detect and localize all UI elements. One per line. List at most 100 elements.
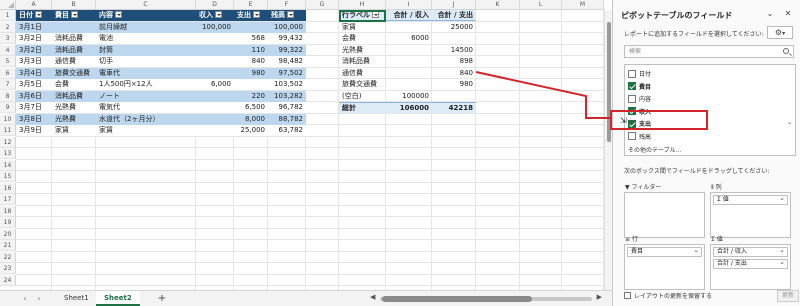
column-header-f[interactable]: F [268,0,306,10]
column-header-g[interactable]: G [306,0,339,10]
pivot-total-cell[interactable]: 42218 [432,102,476,113]
row-header-1[interactable]: 1 [0,10,16,21]
column-header-a[interactable]: A [16,0,52,10]
field-checkbox[interactable] [628,69,636,78]
chevron-down-icon[interactable]: ⌄ [765,9,775,18]
pivot-cell[interactable]: 100000 [386,91,432,102]
table-header-cell[interactable]: 残高 [268,10,306,21]
table-cell[interactable] [234,79,268,90]
pivot-cell[interactable] [386,68,432,79]
scroll-left-icon[interactable]: ◀ [370,293,375,301]
column-header-h[interactable]: H [339,0,386,10]
table-cell[interactable]: 家賃 [96,125,196,136]
row-header-5[interactable]: 5 [0,56,16,67]
table-cell[interactable]: 通信費 [52,56,96,67]
table-header-cell[interactable]: 費目 [52,10,96,21]
table-cell[interactable] [196,113,234,125]
table-header-cell[interactable]: 内容 [96,10,196,21]
defer-update-checkbox[interactable] [624,292,631,299]
table-cell[interactable]: 3月1日 [16,21,52,33]
table-cell[interactable]: 97,502 [268,67,306,79]
table-cell[interactable]: 3月7日 [16,102,52,113]
pane-settings-button[interactable]: ⚙▾ [767,26,793,39]
row-header-8[interactable]: 8 [0,90,16,102]
row-header-22[interactable]: 22 [0,251,16,263]
sheet-tab-sheet2[interactable]: Sheet2 [96,291,140,306]
table-cell[interactable]: 96,782 [268,102,306,113]
table-cell[interactable]: 840 [234,56,268,67]
pivot-cell[interactable] [432,33,476,44]
row-header-12[interactable]: 12 [0,136,16,148]
pivot-cell[interactable]: 会費 [339,33,386,44]
prev-sheet-icon[interactable]: ‹ [20,294,30,304]
table-cell[interactable]: 旅費交通費 [52,67,96,79]
table-cell[interactable] [196,33,234,44]
table-cell[interactable]: 3月9日 [16,125,52,136]
columns-drop-area[interactable]: Σ 値 [710,192,791,238]
table-cell[interactable]: 3月5日 [16,79,52,90]
row-header-20[interactable]: 20 [0,228,16,240]
column-header-m[interactable]: M [562,0,604,10]
rows-chip-himoku[interactable]: 費目 [627,246,702,257]
spreadsheet-grid[interactable]: ABCDEFGHIJKLM 1 2 3 4 5 6 7 8 9 10 11 12 13 14 15 16 17 1… [0,0,612,290]
row-header-2[interactable]: 2 [0,21,16,33]
row-header-21[interactable]: 21 [0,240,16,251]
table-cell[interactable]: 25,000 [234,125,268,136]
filter-dropdown-icon[interactable] [253,10,260,18]
field-item[interactable]: 支出 [628,119,651,131]
table-cell[interactable]: 6,500 [234,102,268,113]
pivot-cell[interactable]: 6000 [386,33,432,44]
table-cell[interactable]: 消耗品費 [52,33,96,44]
table-cell[interactable] [234,21,268,33]
filter-dropdown-icon[interactable] [71,10,78,18]
columns-chip-values[interactable]: Σ 値 [713,194,788,205]
table-cell[interactable]: 消耗品費 [52,44,96,56]
table-cell[interactable]: 切手 [96,56,196,67]
table-cell[interactable] [196,44,234,56]
table-cell[interactable]: 光熱費 [52,113,96,125]
column-header-b[interactable]: B [52,0,96,10]
pivot-cell[interactable] [386,22,432,33]
field-item[interactable]: 日付 [628,69,651,81]
table-cell[interactable]: 電車代 [96,67,196,79]
row-header-14[interactable]: 14 [0,159,16,171]
row-header-10[interactable]: 10 [0,113,16,125]
table-cell[interactable]: 3月2日 [16,33,52,44]
pivot-cell[interactable] [386,45,432,56]
table-cell[interactable] [196,125,234,136]
table-header-cell[interactable]: 日付 [16,10,52,21]
pivot-cell[interactable]: 14500 [432,45,476,56]
row-header-13[interactable]: 13 [0,148,16,159]
scroll-right-icon[interactable]: ▶ [597,293,602,301]
table-cell[interactable]: 前月繰越 [96,21,196,33]
table-cell[interactable]: 3月3日 [16,56,52,67]
field-checkbox[interactable] [628,82,636,90]
field-item[interactable]: 費目 [628,82,651,94]
table-cell[interactable]: 63,782 [268,125,306,136]
row-header-9[interactable]: 9 [0,102,16,113]
table-cell[interactable]: 家賃 [52,125,96,136]
table-cell[interactable] [196,90,234,102]
horizontal-scrollbar[interactable]: ◀ ▶ [370,293,602,303]
pivot-cell[interactable]: 25000 [432,22,476,33]
table-cell[interactable] [196,102,234,113]
sheet-tab-sheet1[interactable]: Sheet1 [56,291,97,306]
pivot-header-cell[interactable]: 行ラベル [339,10,386,21]
table-header-cell[interactable]: 支出 [234,10,268,21]
field-item[interactable]: 収入 [628,107,651,119]
filter-dropdown-icon[interactable] [215,10,222,18]
row-header-24[interactable]: 24 [0,274,16,286]
values-drop-area[interactable]: 合計 / 収入 合計 / 支出 [710,244,791,290]
pivot-cell[interactable]: 光熱費 [339,45,386,56]
filter-dropdown-icon[interactable] [372,10,379,18]
pivot-cell[interactable]: 980 [432,79,476,90]
pivot-cell[interactable]: 家賃 [339,22,386,33]
table-cell[interactable]: 8,000 [234,113,268,125]
field-chevron-icon[interactable]: ⌄ [787,119,792,126]
column-header-l[interactable]: L [520,0,562,10]
table-cell[interactable]: 110 [234,44,268,56]
table-cell[interactable]: 88,782 [268,113,306,125]
table-cell[interactable]: 消耗品費 [52,90,96,102]
table-cell[interactable]: 220 [234,90,268,102]
pivot-total-cell[interactable]: 106000 [386,102,432,113]
